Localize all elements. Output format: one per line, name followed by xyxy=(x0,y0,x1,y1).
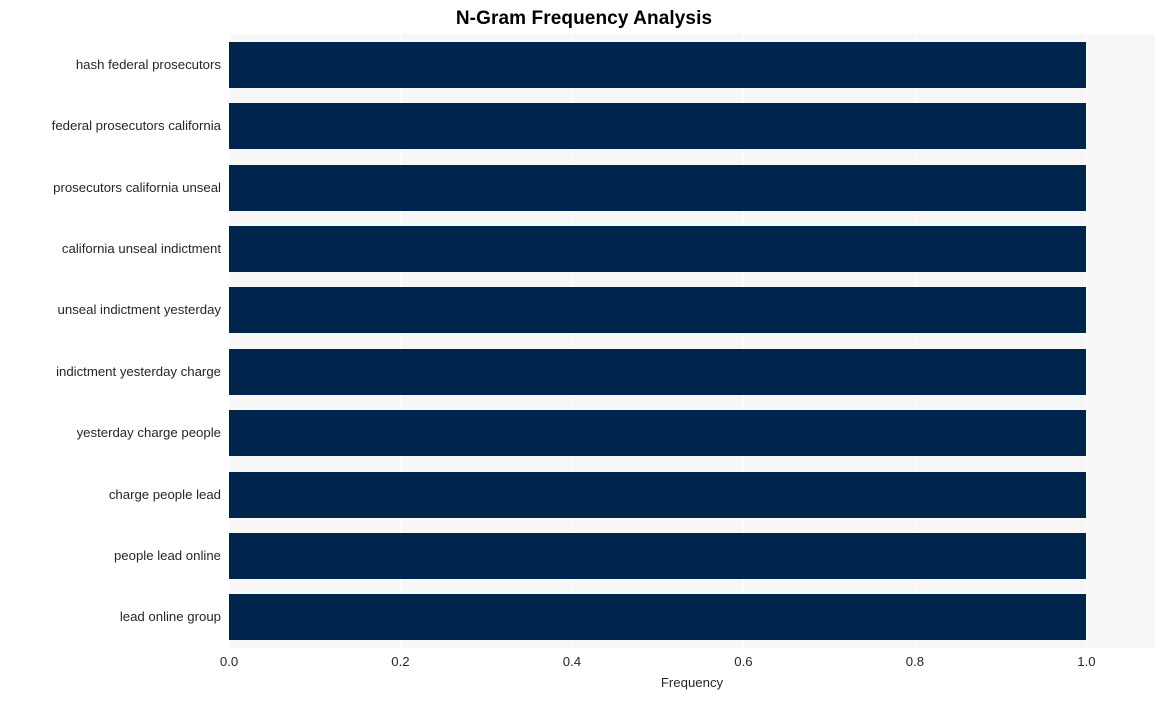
bar-slot xyxy=(229,532,1155,579)
y-axis: hash federal prosecutors federal prosecut… xyxy=(0,34,221,648)
bar-slot xyxy=(229,164,1155,211)
bar[interactable] xyxy=(229,348,1087,395)
x-tick-label: 1.0 xyxy=(1077,654,1096,669)
bar-slot xyxy=(229,41,1155,88)
y-tick-label: indictment yesterday charge xyxy=(56,363,221,379)
x-axis: Frequency 0.0 0.2 0.4 0.6 0.8 1.0 xyxy=(220,648,1155,701)
bar-slot xyxy=(229,287,1155,334)
bar[interactable] xyxy=(229,532,1087,579)
bar-slot xyxy=(229,410,1155,457)
bar[interactable] xyxy=(229,164,1087,211)
x-tick-label: 0.4 xyxy=(562,654,582,669)
y-tick-label: people lead online xyxy=(113,547,221,563)
bar-slot xyxy=(229,103,1155,150)
bar[interactable] xyxy=(229,41,1087,88)
bar[interactable] xyxy=(229,471,1087,518)
y-tick-label: prosecutors california unseal xyxy=(53,179,221,195)
x-tick-label: 0.2 xyxy=(391,654,410,669)
y-tick-label: unseal indictment yesterday xyxy=(57,302,221,318)
bar[interactable] xyxy=(229,594,1087,641)
y-tick-label: yesterday charge people xyxy=(76,425,221,441)
bar[interactable] xyxy=(229,103,1087,150)
chart-title: N-Gram Frequency Analysis xyxy=(455,8,713,29)
bar-slot xyxy=(229,225,1155,272)
y-tick-label: federal prosecutors california xyxy=(51,118,221,134)
bar-slot xyxy=(229,471,1155,518)
x-tick-label: 0.8 xyxy=(905,654,925,669)
bar-slot xyxy=(229,594,1155,641)
y-tick-label: california unseal indictment xyxy=(61,240,221,256)
bar-slot xyxy=(229,348,1155,395)
plot-area xyxy=(229,34,1155,648)
y-tick-label: hash federal prosecutors xyxy=(75,56,221,72)
x-tick-label: 0.6 xyxy=(734,654,753,669)
y-tick-label: charge people lead xyxy=(108,486,221,502)
bar[interactable] xyxy=(229,287,1087,334)
x-tick-label: 0.0 xyxy=(219,654,239,669)
bar[interactable] xyxy=(229,225,1087,272)
x-axis-label: Frequency xyxy=(660,675,724,690)
bar-series xyxy=(229,34,1155,648)
bar[interactable] xyxy=(229,410,1087,457)
y-tick-label: lead online group xyxy=(119,609,221,625)
chart-figure: N-Gram Frequency Analysis hash federal p… xyxy=(0,0,1168,701)
